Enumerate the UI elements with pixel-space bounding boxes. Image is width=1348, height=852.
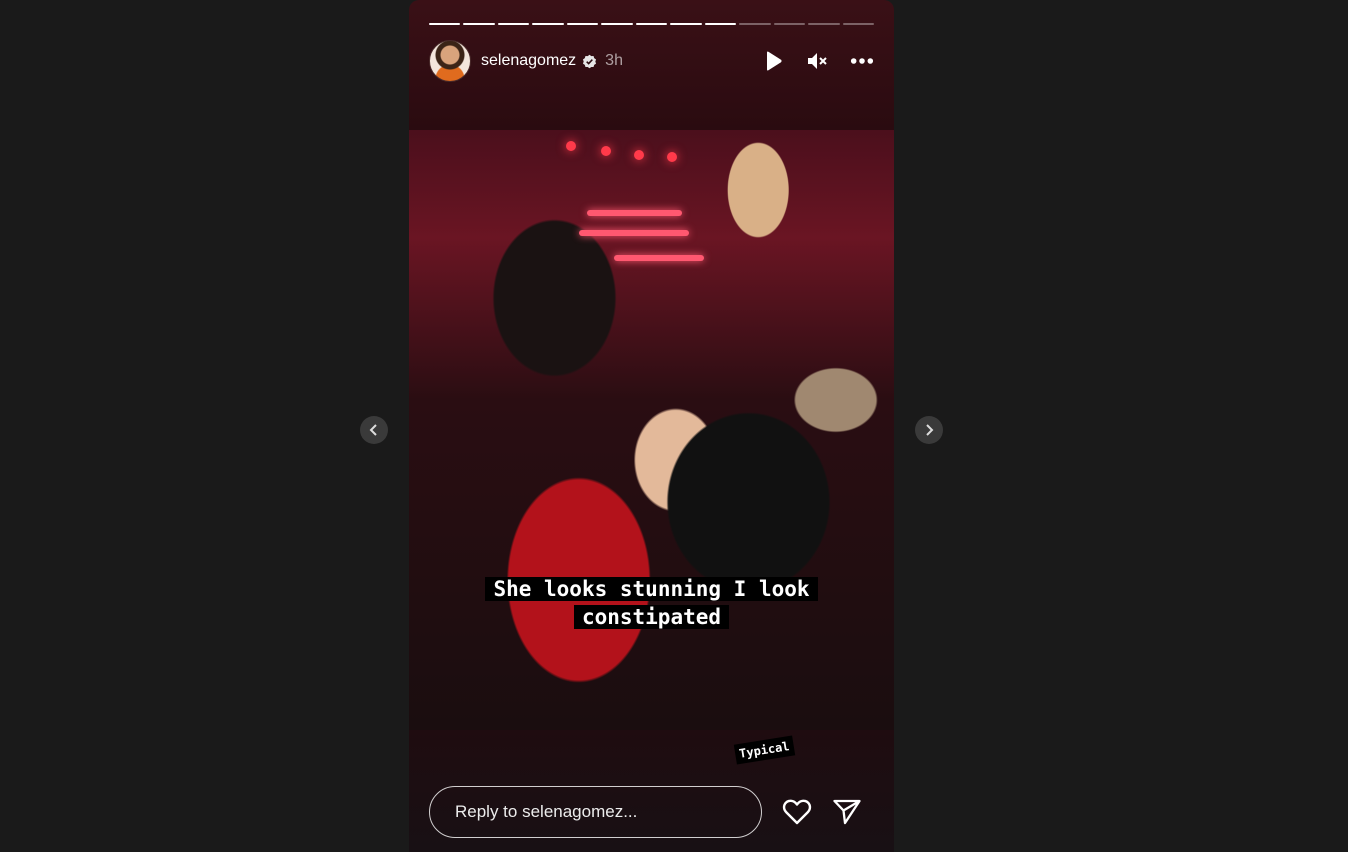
caption-line-2: constipated xyxy=(573,605,730,629)
progress-segment xyxy=(704,23,737,25)
story-photo xyxy=(409,130,894,730)
send-button[interactable] xyxy=(832,797,862,827)
progress-segment xyxy=(601,23,633,25)
progress-segment xyxy=(429,23,461,25)
muted-speaker-icon xyxy=(808,53,827,69)
progress-segment xyxy=(463,23,495,25)
more-options-button[interactable] xyxy=(850,49,874,73)
previous-story-button[interactable] xyxy=(360,416,388,444)
next-story-button[interactable] xyxy=(915,416,943,444)
story-footer xyxy=(429,785,874,839)
progress-segment xyxy=(635,23,668,25)
chevron-right-icon xyxy=(926,424,934,436)
heart-icon xyxy=(782,799,812,825)
post-time: 3h xyxy=(605,52,623,69)
progress-segment xyxy=(808,23,840,25)
stage-light-bar xyxy=(579,230,689,236)
send-icon xyxy=(833,799,861,825)
story-viewer: selenagomez 3h She looks stunning I look xyxy=(409,0,894,852)
stage-light xyxy=(634,150,644,160)
more-options-icon xyxy=(850,58,874,64)
progress-segment xyxy=(773,23,806,25)
stage-light xyxy=(667,152,677,162)
story-header: selenagomez 3h xyxy=(429,40,874,82)
progress-segment xyxy=(739,23,771,25)
stage-light-bar xyxy=(587,210,682,216)
stage-light xyxy=(566,141,576,151)
chevron-left-icon xyxy=(369,424,377,436)
play-icon xyxy=(767,51,782,71)
avatar[interactable] xyxy=(429,40,471,82)
progress-segment xyxy=(842,23,875,25)
text-sticker: Typical xyxy=(733,735,795,765)
play-button[interactable] xyxy=(762,49,786,73)
progress-segment xyxy=(670,23,702,25)
caption-line-1: She looks stunning I look xyxy=(485,577,818,601)
verified-badge-icon xyxy=(583,54,597,68)
stage-light xyxy=(601,146,611,156)
mute-button[interactable] xyxy=(806,49,830,73)
story-caption: She looks stunning I look constipated xyxy=(409,575,894,631)
like-button[interactable] xyxy=(782,797,812,827)
username[interactable]: selenagomez xyxy=(481,52,576,70)
stage-light-bar xyxy=(614,255,704,261)
story-progress-bar xyxy=(429,23,875,25)
progress-segment xyxy=(566,23,599,25)
progress-segment xyxy=(532,23,564,25)
progress-segment xyxy=(497,23,530,25)
reply-input[interactable] xyxy=(429,786,762,838)
